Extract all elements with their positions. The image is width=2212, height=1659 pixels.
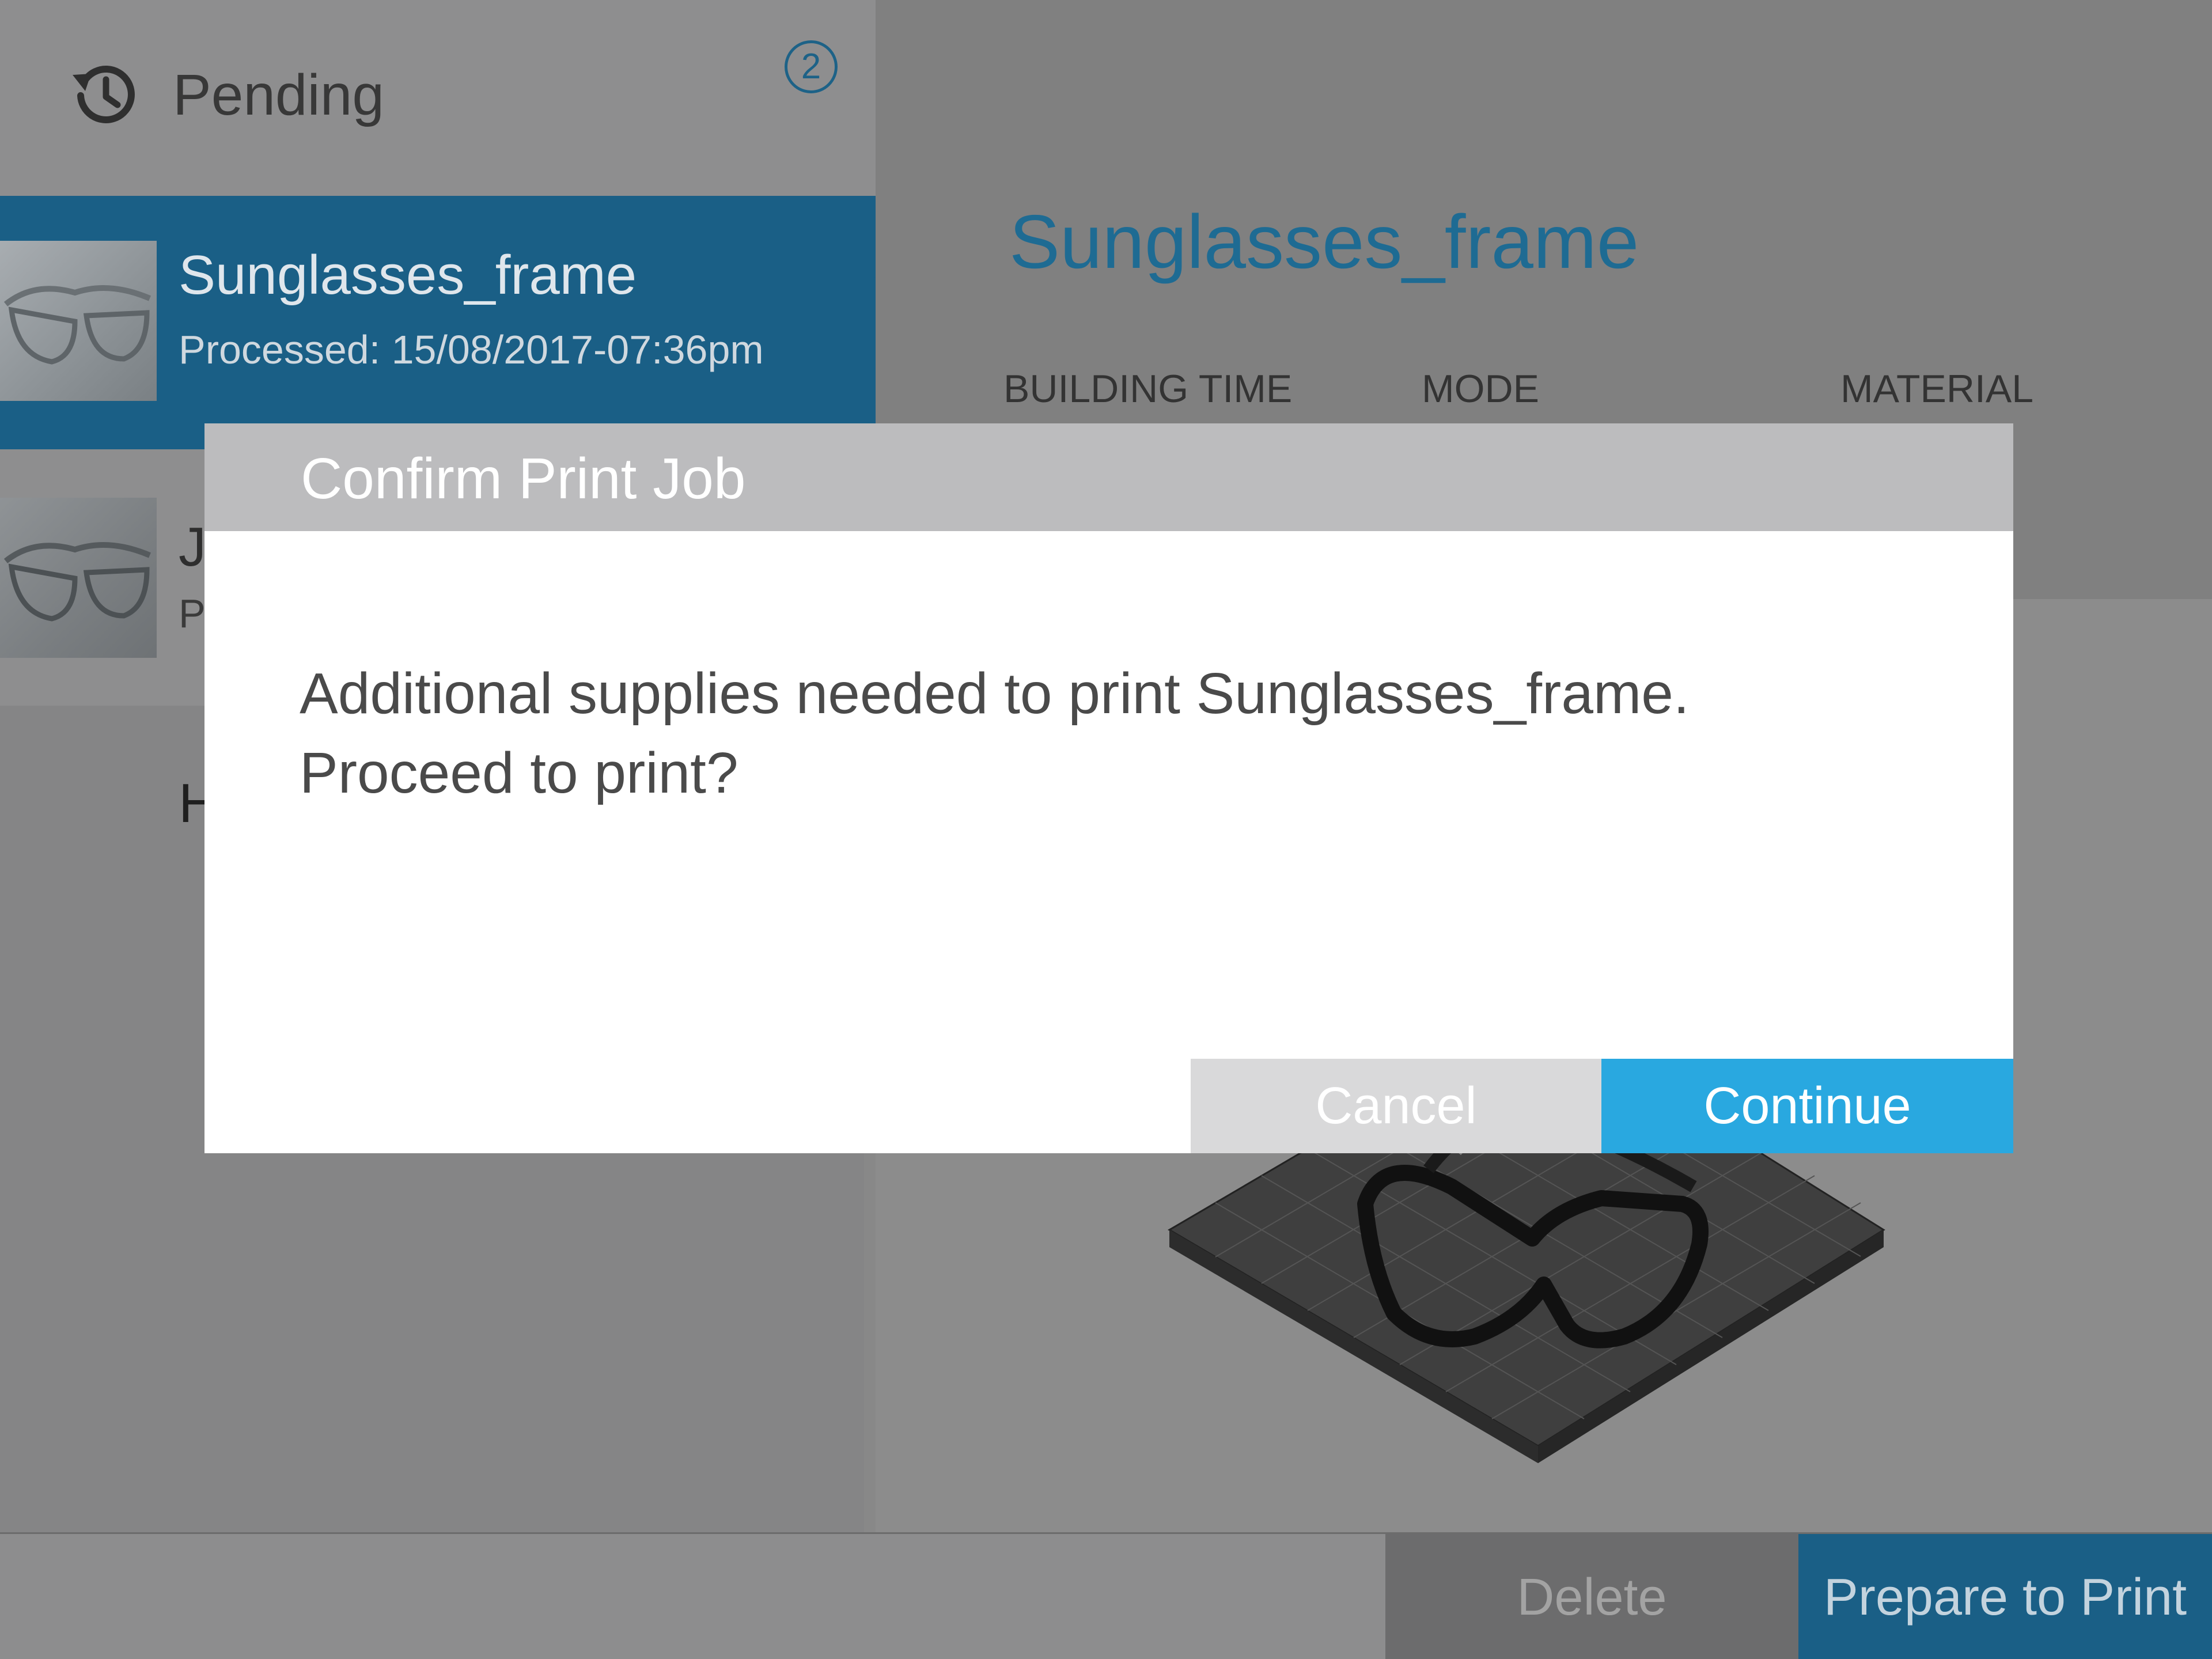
delete-button[interactable]: Delete bbox=[1385, 1534, 1798, 1659]
sunglasses-thumbnail-icon bbox=[3, 285, 151, 365]
dialog-message: Additional supplies needed to print Sung… bbox=[300, 654, 1912, 813]
material-label: MATERIAL bbox=[1840, 367, 2034, 411]
job-processed-date: Processed: 15/08/2017-07:36pm bbox=[179, 327, 764, 372]
pending-count-badge: 2 bbox=[785, 40, 838, 93]
mode-label: MODE bbox=[1422, 367, 1539, 411]
job-thumbnail bbox=[0, 241, 157, 401]
dialog-message-line: Proceed to print? bbox=[300, 741, 738, 805]
job-list-item[interactable]: Sunglasses_frame Processed: 15/08/2017-0… bbox=[0, 196, 918, 449]
job-detail-title: Sunglasses_frame bbox=[1009, 199, 1639, 284]
dialog-message-line: Additional supplies needed to print Sung… bbox=[300, 661, 1690, 726]
bottom-action-bar: Delete Prepare to Print bbox=[0, 1532, 2212, 1659]
job-thumbnail bbox=[0, 498, 157, 658]
job-name: J bbox=[179, 516, 206, 578]
pending-title: Pending bbox=[173, 63, 384, 127]
dialog-title: Confirm Print Job bbox=[301, 446, 746, 511]
cancel-button[interactable]: Cancel bbox=[1191, 1059, 1601, 1153]
building-time-label: BUILDING TIME bbox=[1003, 367, 1293, 411]
continue-button[interactable]: Continue bbox=[1601, 1059, 2013, 1153]
job-processed-date: P bbox=[179, 591, 206, 636]
history-icon bbox=[73, 65, 135, 123]
sunglasses-thumbnail-icon bbox=[3, 542, 151, 622]
dialog-header: Confirm Print Job bbox=[204, 423, 2013, 531]
job-name: Sunglasses_frame bbox=[179, 244, 637, 306]
prepare-to-print-button[interactable]: Prepare to Print bbox=[1798, 1534, 2212, 1659]
confirm-print-dialog: Confirm Print Job Additional supplies ne… bbox=[204, 423, 2013, 1153]
pending-header: Pending 2 bbox=[0, 0, 876, 196]
